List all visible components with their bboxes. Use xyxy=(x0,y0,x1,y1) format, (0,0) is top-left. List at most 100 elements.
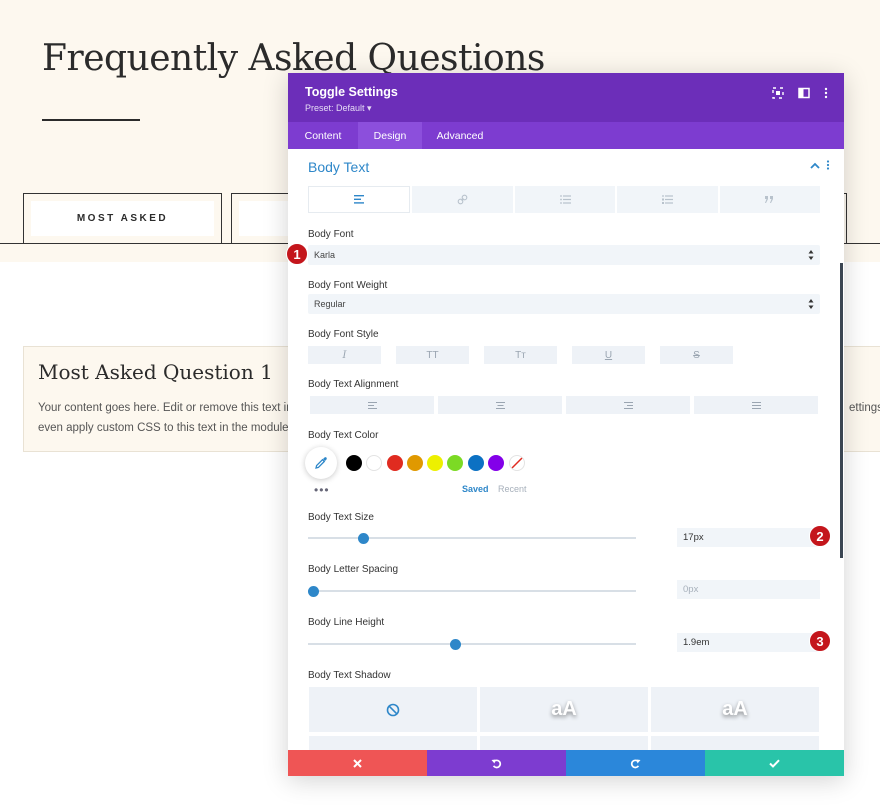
body-font-weight-label: Body Font Weight xyxy=(308,280,388,291)
uppercase-button[interactable]: TT xyxy=(396,346,469,364)
tab-advanced[interactable]: Advanced xyxy=(422,122,498,149)
more-colors-icon[interactable]: ••• xyxy=(314,483,330,497)
modal-scrollbar[interactable] xyxy=(840,263,843,558)
select-arrows-icon xyxy=(808,299,814,309)
close-icon xyxy=(353,758,362,768)
swatch-purple[interactable] xyxy=(488,455,504,471)
align-left-button[interactable] xyxy=(310,396,434,414)
body-font-weight-select[interactable]: Regular xyxy=(308,294,820,314)
align-left-icon xyxy=(354,195,365,204)
body-font-style-label: Body Font Style xyxy=(308,329,379,340)
list-icon xyxy=(559,195,571,204)
title-divider xyxy=(42,119,140,121)
swatch-blue[interactable] xyxy=(468,455,484,471)
eyedropper-icon xyxy=(315,457,327,469)
alignment-buttons xyxy=(310,396,818,414)
preset-selector[interactable]: Preset: Default ▾ xyxy=(305,103,372,114)
redo-button[interactable] xyxy=(566,750,705,776)
italic-button[interactable]: I xyxy=(308,346,381,364)
text-tab-ordered-list[interactable] xyxy=(617,186,718,213)
swatch-green[interactable] xyxy=(447,455,463,471)
body-line-height-label: Body Line Height xyxy=(308,617,385,628)
no-shadow-icon xyxy=(386,703,400,716)
align-right-icon xyxy=(623,401,633,409)
toggle-body-line: Your content goes here. Edit or remove t… xyxy=(38,402,293,414)
modal-title: Toggle Settings xyxy=(305,85,398,99)
text-type-tabs xyxy=(308,186,821,213)
shadow-none-option[interactable] xyxy=(309,687,477,732)
modal-header: Toggle Settings Preset: Default ▾ xyxy=(288,73,844,122)
body-letter-spacing-label: Body Letter Spacing xyxy=(308,564,399,575)
body-text-size-label: Body Text Size xyxy=(308,512,374,523)
align-justify-icon xyxy=(751,401,761,409)
tab-design[interactable]: Design xyxy=(358,122,422,149)
text-tab-paragraph[interactable] xyxy=(308,186,411,213)
align-center-icon xyxy=(495,401,505,409)
recent-colors-tab[interactable]: Recent xyxy=(498,484,527,494)
shadow-preset-1[interactable]: aA xyxy=(480,687,648,732)
align-center-button[interactable] xyxy=(438,396,562,414)
filter-tab-inner xyxy=(239,201,293,236)
font-style-buttons: I TT Tт U S xyxy=(308,346,733,364)
undo-button[interactable] xyxy=(427,750,566,776)
check-icon xyxy=(769,759,780,768)
strikethrough-button[interactable]: S xyxy=(660,346,733,364)
body-font-select[interactable]: Karla xyxy=(308,245,820,265)
step-badge-3: 3 xyxy=(809,630,831,652)
body-text-size-input[interactable]: 17px xyxy=(677,528,820,547)
step-badge-2: 2 xyxy=(809,525,831,547)
body-letter-spacing-input[interactable]: 0px xyxy=(677,580,820,599)
no-color-icon xyxy=(510,456,524,470)
fullscreen-icon[interactable] xyxy=(771,86,785,100)
slider-handle[interactable] xyxy=(308,585,319,597)
body-line-height-slider[interactable] xyxy=(308,638,636,650)
body-letter-spacing-slider[interactable] xyxy=(308,585,636,597)
section-title[interactable]: Body Text xyxy=(308,159,369,175)
text-tab-link[interactable] xyxy=(412,186,513,213)
swatch-red[interactable] xyxy=(387,455,403,471)
body-font-label: Body Font xyxy=(308,229,354,240)
save-button[interactable] xyxy=(705,750,844,776)
cancel-button[interactable] xyxy=(288,750,427,776)
modal-tabs: Content Design Advanced xyxy=(288,122,844,149)
text-tab-quote[interactable] xyxy=(719,186,821,213)
body-line-height-input[interactable]: 1.9em xyxy=(677,633,820,652)
redo-icon xyxy=(630,758,641,768)
align-justify-button[interactable] xyxy=(694,396,818,414)
align-right-button[interactable] xyxy=(566,396,690,414)
quote-icon xyxy=(765,196,774,203)
toggle-title: Most Asked Question 1 xyxy=(38,360,273,384)
page: Frequently Asked Questions MOST ASKED Mo… xyxy=(0,0,880,806)
swatch-yellow[interactable] xyxy=(427,455,443,471)
capitalize-button[interactable]: Tт xyxy=(484,346,557,364)
body-font-value: Karla xyxy=(314,250,336,260)
text-tab-unordered-list[interactable] xyxy=(514,186,616,213)
toggle-body-tail: ettings xyxy=(849,402,880,414)
ordered-list-icon xyxy=(661,195,673,204)
filter-tab-most-asked[interactable]: MOST ASKED xyxy=(23,193,222,244)
chevron-up-icon[interactable] xyxy=(808,159,822,173)
saved-colors-tab[interactable]: Saved xyxy=(462,484,489,494)
filter-tab-label: MOST ASKED xyxy=(31,201,214,236)
body-text-color-label: Body Text Color xyxy=(308,430,379,441)
slider-handle[interactable] xyxy=(450,638,462,650)
shadow-preset-2[interactable]: aA xyxy=(651,687,819,732)
section-more-icon[interactable] xyxy=(826,159,834,173)
slider-handle[interactable] xyxy=(358,532,370,544)
swatch-white[interactable] xyxy=(366,455,382,471)
tab-content[interactable]: Content xyxy=(288,122,358,149)
link-icon xyxy=(457,194,468,205)
split-view-icon[interactable] xyxy=(797,86,811,100)
underline-button[interactable]: U xyxy=(572,346,645,364)
body-font-weight-value: Regular xyxy=(314,299,346,309)
color-picker-button[interactable] xyxy=(305,447,337,479)
more-options-icon[interactable] xyxy=(819,86,833,100)
swatch-black[interactable] xyxy=(346,455,362,471)
modal-footer xyxy=(288,750,844,776)
swatch-orange[interactable] xyxy=(407,455,423,471)
shadow-sample: aA xyxy=(722,698,748,720)
body-text-size-slider[interactable] xyxy=(308,532,636,544)
step-badge-1: 1 xyxy=(286,243,308,265)
swatch-none[interactable] xyxy=(509,455,525,471)
align-left-icon xyxy=(367,401,377,409)
